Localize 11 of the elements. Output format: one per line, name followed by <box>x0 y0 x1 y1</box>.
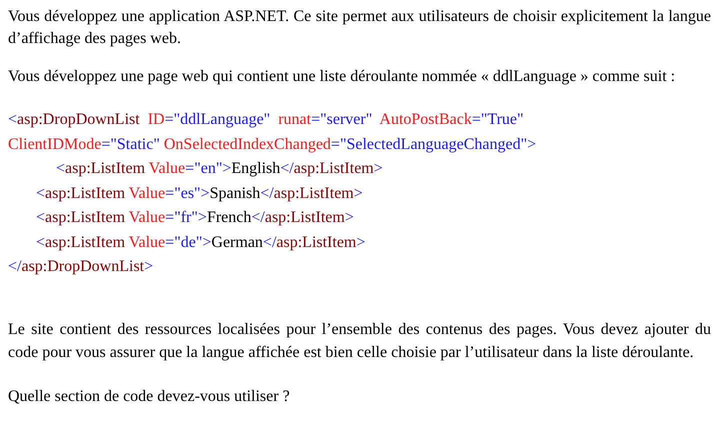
code-line: </asp:DropDownList> <box>8 257 154 277</box>
intro-paragraph: Vous développez une application ASP.NET. Ce site permet aux utilisateurs de choisir explicitement la langue d’affichage des pages web. <box>8 7 711 49</box>
code-line: <asp:ListItem Value="en">English</asp:ListItem> <box>56 159 383 179</box>
code-line: <asp:DropDownList ID="ddlLanguage" runat="server" AutoPostBack="True" <box>8 110 524 130</box>
context-paragraph: Vous développez une page web qui contient une liste déroulante nommée « ddlLanguage » comme suit : <box>8 67 676 87</box>
code-line: <asp:ListItem Value="fr">French</asp:ListItem> <box>36 208 354 228</box>
code-line: ClientIDMode="Static" OnSelectedIndexChanged="SelectedLanguageChanged"> <box>8 134 536 154</box>
question-text: Quelle section de code devez-vous utiliser ? <box>8 386 291 406</box>
code-line: <asp:ListItem Value="de">German</asp:ListItem> <box>36 232 366 252</box>
code-line: <asp:ListItem Value="es">Spanish</asp:ListItem> <box>36 184 363 204</box>
requirement-paragraph: Le site contient des ressources localisées pour l’ensemble des contenus des pages. Vous devez ajouter du code pour vous assurer que la langue affichée est bien celle choisie par l’utilisateur dans la liste déroulante. <box>8 320 711 362</box>
